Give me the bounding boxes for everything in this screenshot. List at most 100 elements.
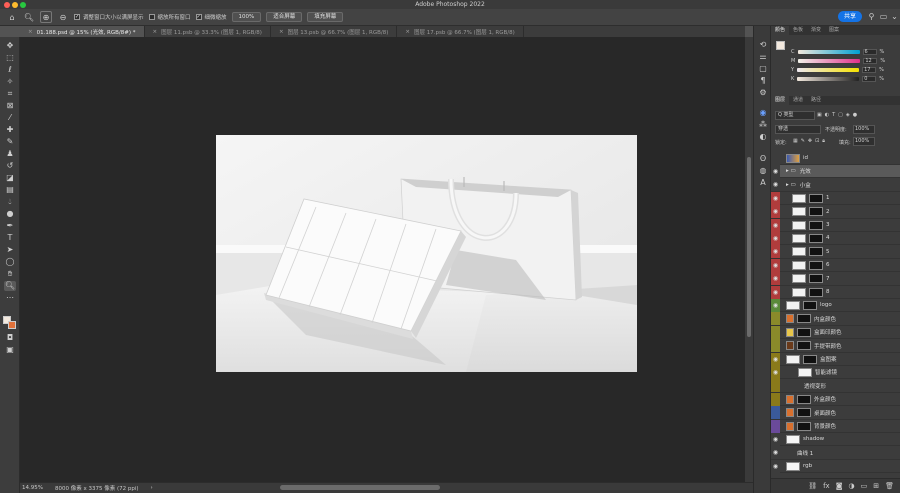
layer-row[interactable]: ◉ 5 <box>771 245 900 259</box>
fill-input[interactable]: 100% <box>853 137 875 146</box>
pen-tool-icon[interactable]: ✒ <box>4 221 16 231</box>
workspace-icon[interactable]: ▭ <box>879 12 888 21</box>
new-layer-icon[interactable]: ⊞ <box>873 482 879 490</box>
close-icon[interactable]: × <box>405 29 410 35</box>
black-value[interactable]: 0 <box>862 75 877 82</box>
visibility-eye-icon[interactable]: ◉ <box>771 446 780 459</box>
zoom-in-icon[interactable]: ⊕ <box>40 11 52 23</box>
shape-tool-icon[interactable]: ◯ <box>4 257 16 267</box>
trash-icon[interactable]: 🗑︎ <box>885 482 894 490</box>
zoom-percent-button[interactable]: 100% <box>231 12 262 22</box>
visibility-eye-icon[interactable]: ◉ <box>771 460 780 473</box>
close-icon[interactable]: × <box>279 29 284 35</box>
cyan-slider[interactable]: C 6 % <box>791 48 884 55</box>
vertical-scrollbar[interactable] <box>745 37 753 482</box>
layer-row[interactable]: ◉ logo <box>771 298 900 313</box>
filter-icons[interactable]: ▣◐T▢◈● <box>817 112 887 119</box>
adjust-icon[interactable]: ⚙ <box>758 88 768 98</box>
layer-row[interactable]: 背景颜色 <box>771 419 900 433</box>
visibility-eye-icon[interactable]: ◉ <box>771 205 780 218</box>
close-icon[interactable]: × <box>28 29 33 35</box>
layer-row[interactable]: 透视变形 <box>771 379 900 393</box>
zoom-tool-icon[interactable]: 🔍︎ <box>4 281 16 291</box>
folder-icon[interactable]: ▸ ▭ <box>786 168 796 174</box>
minimize-window-button[interactable] <box>12 2 18 8</box>
properties-icon[interactable]: ⚌ <box>758 52 768 62</box>
visibility-eye-icon[interactable]: ◉ <box>771 353 780 366</box>
tab-document-2[interactable]: × 图层 11.psb @ 33.3% (图层 1, RGB/8) <box>145 26 271 37</box>
layer-mask-thumbnail[interactable] <box>809 260 823 270</box>
layer-row[interactable]: id <box>771 151 900 165</box>
layer-mask-thumbnail[interactable] <box>797 421 811 431</box>
fill-screen-button[interactable]: 填充屏幕 <box>307 12 344 22</box>
yellow-slider[interactable]: Y 17 % <box>791 66 884 73</box>
background-color-swatch[interactable] <box>8 321 16 329</box>
crop-tool-icon[interactable]: ⌗ <box>4 89 16 99</box>
visibility-eye-icon[interactable]: ◉ <box>771 366 780 379</box>
layer-row[interactable]: ◉ 2 <box>771 205 900 219</box>
layer-row[interactable]: ◉ 智能滤镜 <box>771 365 900 380</box>
layer-row[interactable]: 手提带颜色 <box>771 339 900 353</box>
lasso-tool-icon[interactable]: ℓ <box>4 65 16 75</box>
magenta-slider[interactable]: M 12 % <box>791 57 885 64</box>
home-icon[interactable]: ⌂ <box>6 11 18 23</box>
magic-wand-icon[interactable]: ✧ <box>4 77 16 87</box>
brush-settings-icon[interactable]: ⁂ <box>758 120 768 130</box>
document-image[interactable] <box>216 135 637 372</box>
close-icon[interactable]: × <box>153 29 158 35</box>
layer-row[interactable]: ◉ ▸ ▭ 小盒 <box>771 178 900 192</box>
close-window-button[interactable] <box>4 2 10 8</box>
black-slider[interactable]: K 0 % <box>791 75 884 82</box>
screen-mode-icon[interactable]: ▣ <box>4 345 16 355</box>
lock-icons[interactable]: ▦✎✥⊡🔒︎ <box>793 138 828 144</box>
visibility-eye-icon[interactable]: ◉ <box>771 286 780 299</box>
group-icon[interactable]: ▭ <box>861 482 868 490</box>
layer-mask-thumbnail[interactable] <box>809 220 823 230</box>
history-brush-icon[interactable]: ↺ <box>4 161 16 171</box>
layer-row[interactable]: ◉ 8 <box>771 285 900 299</box>
visibility-eye-icon[interactable] <box>771 326 780 339</box>
layer-row[interactable]: ◉ 3 <box>771 218 900 232</box>
layer-mask-thumbnail[interactable] <box>797 314 811 324</box>
learn-icon[interactable]: ◉ <box>758 108 768 118</box>
layer-mask-thumbnail[interactable] <box>809 247 823 257</box>
path-selection-icon[interactable]: ➤ <box>4 245 16 255</box>
eyedropper-icon[interactable]: ⁄ <box>4 113 16 123</box>
tab-gradients[interactable]: 渐变 <box>807 26 825 35</box>
layer-row[interactable]: 内盒颜色 <box>771 312 900 326</box>
tab-layers[interactable]: 图层 <box>771 96 790 105</box>
scrubby-zoom-checkbox[interactable]: ✓ 细微缩放 <box>195 13 227 21</box>
blur-tool-icon[interactable]: 💧︎ <box>4 197 16 207</box>
layer-mask-thumbnail[interactable] <box>809 287 823 297</box>
opacity-input[interactable]: 100% <box>853 125 875 134</box>
comment-icon[interactable]: ▢ <box>758 64 768 74</box>
visibility-eye-icon[interactable] <box>771 379 780 392</box>
gradient-tool-icon[interactable]: ▤ <box>4 185 16 195</box>
visibility-eye-icon[interactable] <box>771 406 780 419</box>
link-icon[interactable]: ⛓ <box>808 482 817 490</box>
layer-filter-select[interactable]: Q 类型 <box>775 111 815 120</box>
layer-row[interactable]: ◉ ▸ ▭ 光效 <box>771 164 900 179</box>
frame-tool-icon[interactable]: ⊠ <box>4 101 16 111</box>
layer-row[interactable]: ◉ rgb <box>771 459 900 474</box>
search-icon[interactable]: ⚲ <box>867 12 876 21</box>
zoom-all-windows-checkbox[interactable]: 缩放所有窗口 <box>148 13 191 21</box>
folder-icon[interactable]: ▸ ▭ <box>786 182 796 188</box>
layer-row[interactable]: 外盒颜色 <box>771 392 900 407</box>
tab-paths[interactable]: 路径 <box>807 96 825 105</box>
layer-row[interactable]: 盒面印颜色 <box>771 325 900 340</box>
visibility-eye-icon[interactable]: ◉ <box>771 259 780 272</box>
layer-row[interactable]: ◉ shadow <box>771 432 900 447</box>
visibility-eye-icon[interactable] <box>771 312 780 325</box>
tab-document-1[interactable]: × 01.188.psd @ 15% (光效, RGB/8#) * <box>20 26 145 37</box>
paragraph-icon[interactable]: ¶ <box>758 76 768 86</box>
visibility-eye-icon[interactable] <box>771 152 780 165</box>
layer-row[interactable]: ◉ 7 <box>771 272 900 286</box>
history-icon[interactable]: ⟲ <box>758 40 768 50</box>
horizontal-scroll-thumb[interactable] <box>280 485 440 490</box>
zoom-window-button[interactable] <box>20 2 26 8</box>
marquee-tool-icon[interactable]: ⬚ <box>4 53 16 63</box>
fit-screen-button[interactable]: 适合屏幕 <box>266 12 303 22</box>
visibility-eye-icon[interactable] <box>771 420 780 433</box>
chevron-right-icon[interactable]: › <box>151 485 153 491</box>
